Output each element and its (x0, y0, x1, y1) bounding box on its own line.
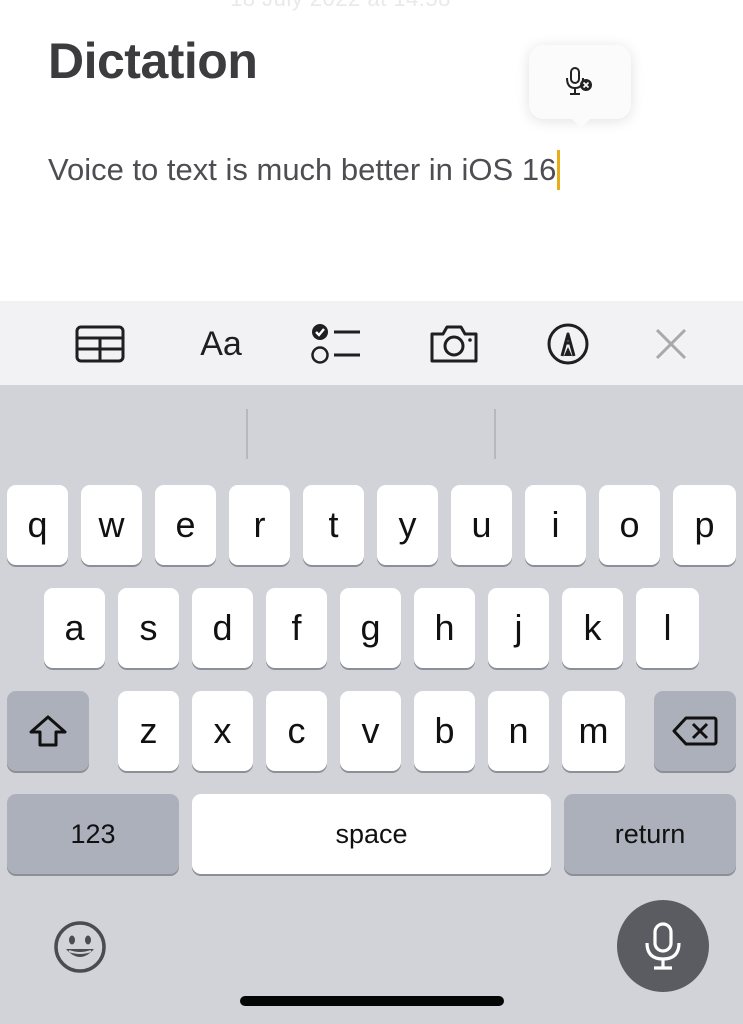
key-h[interactable]: h (414, 588, 475, 668)
space-key[interactable]: space (192, 794, 551, 874)
numbers-key[interactable]: 123 (7, 794, 179, 874)
text-cursor (557, 150, 561, 190)
key-s[interactable]: s (118, 588, 179, 668)
note-title[interactable]: Dictation (48, 32, 258, 90)
key-o[interactable]: o (599, 485, 660, 565)
key-a[interactable]: a (44, 588, 105, 668)
markup-button[interactable] (543, 321, 593, 367)
shift-icon (29, 715, 67, 747)
delete-key[interactable] (654, 691, 736, 771)
close-toolbar-button[interactable] (650, 321, 692, 367)
format-toolbar: Aa (0, 301, 743, 385)
key-r[interactable]: r (229, 485, 290, 565)
home-indicator (240, 996, 504, 1006)
key-g[interactable]: g (340, 588, 401, 668)
key-u[interactable]: u (451, 485, 512, 565)
text-style-button[interactable]: Aa (186, 321, 256, 367)
key-w[interactable]: w (81, 485, 142, 565)
key-b[interactable]: b (414, 691, 475, 771)
key-y[interactable]: y (377, 485, 438, 565)
key-i[interactable]: i (525, 485, 586, 565)
key-m[interactable]: m (562, 691, 625, 771)
key-c[interactable]: c (266, 691, 327, 771)
key-l[interactable]: l (636, 588, 699, 668)
return-key[interactable]: return (564, 794, 736, 874)
key-k[interactable]: k (562, 588, 623, 668)
emoji-icon (54, 921, 106, 973)
key-j[interactable]: j (488, 588, 549, 668)
close-icon (655, 328, 687, 360)
key-q[interactable]: q (7, 485, 68, 565)
dictation-button[interactable] (617, 900, 709, 992)
key-e[interactable]: e (155, 485, 216, 565)
table-button[interactable] (72, 321, 128, 367)
key-t[interactable]: t (303, 485, 364, 565)
shift-key[interactable] (7, 691, 89, 771)
camera-icon (430, 325, 478, 363)
text-style-label: Aa (200, 324, 242, 363)
markup-pen-icon (547, 323, 589, 365)
key-n[interactable]: n (488, 691, 549, 771)
mic-stop-icon (566, 67, 592, 95)
table-icon (75, 325, 125, 363)
note-body[interactable]: Voice to text is much better in iOS 16 (48, 150, 561, 190)
microphone-icon (645, 922, 681, 970)
delete-icon (672, 716, 718, 746)
dictation-stop-popup[interactable] (529, 45, 631, 128)
key-p[interactable]: p (673, 485, 736, 565)
key-z[interactable]: z (118, 691, 179, 771)
key-d[interactable]: d (192, 588, 253, 668)
keyboard: q w e r t y u i o p a s d f g h j k l z … (0, 385, 743, 1024)
key-x[interactable]: x (192, 691, 253, 771)
checklist-icon (311, 324, 360, 364)
emoji-button[interactable] (52, 919, 108, 975)
note-body-text: Voice to text is much better in iOS 16 (48, 152, 557, 187)
prediction-divider (246, 409, 248, 459)
key-f[interactable]: f (266, 588, 327, 668)
key-v[interactable]: v (340, 691, 401, 771)
prediction-divider (494, 409, 496, 459)
note-date-faded: 18 July 2022 at 14:58 (230, 0, 451, 12)
camera-button[interactable] (426, 321, 482, 367)
checklist-button[interactable] (306, 321, 366, 367)
